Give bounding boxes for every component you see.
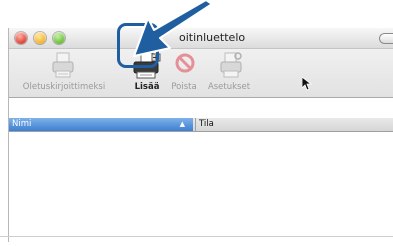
column-name-label: Nimi [12,119,32,129]
make-default-label: Oletuskirjoittimeksi [22,82,106,92]
column-status-label: Tila [199,119,214,129]
divider [0,236,393,237]
arrow-pointer-icon [126,0,216,62]
column-name-header[interactable]: Nimi ▲ [9,118,193,131]
sort-ascending-icon: ▲ [179,120,185,128]
add-label: Lisää [134,82,160,92]
minimize-window-button[interactable] [34,32,46,44]
column-status-header[interactable]: Tila [195,118,214,131]
table-header: Nimi ▲ Tila [9,118,393,132]
zoom-window-button[interactable] [53,32,65,44]
remove-label: Poista [171,82,197,92]
make-default-button[interactable]: Oletuskirjoittimeksi [9,49,117,97]
printer-settings-icon [219,52,243,84]
printer-list[interactable] [9,132,393,242]
close-window-button[interactable] [15,32,27,44]
printer-icon [51,52,75,84]
toolbar-toggle-button[interactable] [379,33,393,44]
settings-label: Asetukset [207,82,251,92]
mouse-cursor-icon [301,76,313,95]
